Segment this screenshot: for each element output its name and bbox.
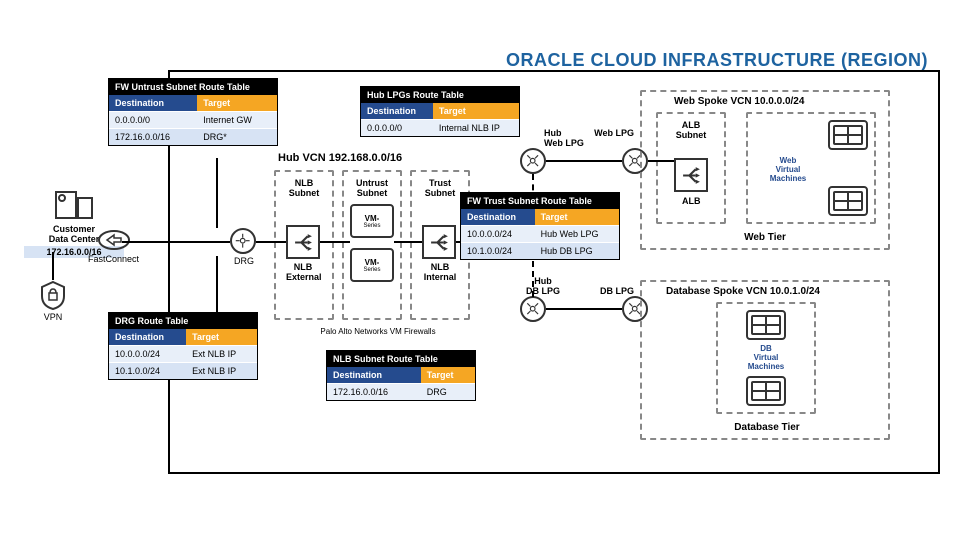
region-title: ORACLE CLOUD INFRASTRUCTURE (REGION) — [506, 50, 928, 71]
vpn-block: VPN — [40, 280, 66, 322]
vpn-lock-icon — [40, 280, 66, 310]
alb-label: ALB — [682, 196, 701, 206]
fastconnect-label: FastConnect — [88, 254, 139, 264]
trust-subnet-label: Trust Subnet — [422, 178, 458, 198]
fastconnect-icon — [97, 228, 131, 252]
line-drg-nlbext — [256, 241, 286, 243]
datacenter-icon — [54, 190, 94, 220]
alb-icon — [674, 158, 708, 192]
web-vm-icon-1 — [828, 120, 868, 150]
db-vm-icon-1 — [746, 310, 786, 340]
nlb-subnet-route-table: NLB Subnet Route TableDestinationTarget1… — [326, 350, 476, 401]
db-spoke-title: Database Spoke VCN 10.0.1.0/24 — [666, 286, 820, 297]
line-onprem-drg — [122, 241, 230, 243]
vm-series-text-1: VM- — [365, 214, 380, 223]
vm-series-sub-1: Series — [363, 223, 380, 229]
hub-db-lpg-icon — [520, 296, 546, 322]
drg-route-table: DRG Route TableDestinationTarget10.0.0.0… — [108, 312, 258, 380]
onprem-divider — [52, 252, 54, 280]
line-nlbext-vm — [320, 241, 350, 243]
web-vm-icon-2 — [828, 186, 868, 216]
line-untrust-drg — [216, 158, 218, 228]
vm-series-text-2: VM- — [365, 258, 380, 267]
hub-vcn-label: Hub VCN 192.168.0.0/16 — [278, 152, 402, 164]
db-vm-icon-2 — [746, 376, 786, 406]
nlb-internal-label: NLB Internal — [418, 262, 462, 282]
fw-trust-route-table: FW Trust Subnet Route TableDestinationTa… — [460, 192, 620, 260]
line-vm-nlbint — [394, 241, 422, 243]
vm-series-icon-1: VM-Series — [350, 204, 394, 238]
drg-icon — [230, 228, 256, 254]
untrust-subnet-label: Untrust Subnet — [350, 178, 394, 198]
vm-series-icon-2: VM-Series — [350, 248, 394, 282]
vm-series-sub-2: Series — [363, 267, 380, 273]
web-spoke-title: Web Spoke VCN 10.0.0.0/24 — [674, 96, 804, 107]
hub-lpgs-route-table: Hub LPGs Route TableDestinationTarget0.0… — [360, 86, 520, 137]
fw-untrust-route-table: FW Untrust Subnet Route TableDestination… — [108, 78, 278, 146]
web-tier-caption: Web Tier — [730, 232, 800, 243]
palo-alto-caption: Palo Alto Networks VM Firewalls — [286, 327, 470, 336]
alb-subnet-label: ALB Subnet — [670, 120, 712, 140]
line-drg-table — [216, 256, 218, 312]
nlb-external-icon — [286, 225, 320, 259]
nlb-external-label: NLB External — [286, 262, 320, 282]
drg-label: DRG — [234, 256, 254, 266]
db-vm-label: DB Virtual Machines — [742, 344, 790, 371]
web-lpg-label: Web LPG — [584, 128, 634, 138]
nlb-subnet-label: NLB Subnet — [284, 178, 324, 198]
db-lpg-label: DB LPG — [594, 286, 634, 296]
fastconnect-block: FastConnect — [88, 228, 139, 264]
nlb-internal-icon — [422, 225, 456, 259]
hub-db-lpg-label: Hub DB LPG — [518, 276, 568, 296]
line-weblpg-alb — [648, 160, 674, 162]
db-tier-caption: Database Tier — [712, 422, 822, 433]
vpn-label: VPN — [40, 312, 66, 322]
line-hubweblpg-weblpg — [546, 160, 622, 162]
hub-web-lpg-icon — [520, 148, 546, 174]
web-vm-label: Web Virtual Machines — [760, 156, 816, 183]
line-hubdblpg-dblpg — [546, 308, 622, 310]
